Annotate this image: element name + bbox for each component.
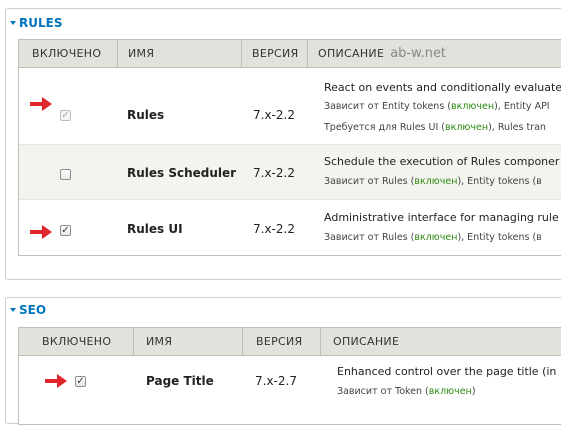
header-version: ВЕРСИЯ [241, 40, 298, 67]
module-description: React on events and conditionally evalua… [324, 81, 561, 94]
header-description: ОПИСАНИЕ [320, 328, 399, 355]
red-arrow-icon [45, 374, 67, 388]
seo-modules-table: ВКЛЮЧЕНО ИМЯ ВЕРСИЯ ОПИСАНИЕ ✓ Page Titl… [18, 327, 561, 425]
module-row-rules: ✓ Rules 7.x-2.2 React on events and cond… [19, 68, 561, 145]
collapse-triangle-icon [10, 308, 16, 312]
watermark: ab-w.net [390, 46, 447, 61]
rules-ui-enable-checkbox[interactable]: ✓ [60, 225, 71, 236]
module-name: Rules UI [127, 222, 183, 236]
collapse-triangle-icon [10, 21, 16, 25]
header-name: ИМЯ [133, 328, 172, 355]
seo-fieldset: SEO ВКЛЮЧЕНО ИМЯ ВЕРСИЯ ОПИСАНИЕ ✓ Page … [5, 297, 561, 425]
rules-fieldset: RULES ВКЛЮЧЕНО ИМЯ ВЕРСИЯ ОПИСАНИЕ ab-w.n… [5, 8, 561, 280]
module-row-page-title: ✓ Page Title 7.x-2.7 Enhanced control ov… [19, 356, 561, 424]
page-title-enable-checkbox[interactable]: ✓ [75, 376, 86, 387]
module-name: Page Title [146, 374, 214, 388]
red-arrow-icon [30, 225, 52, 239]
header-enabled: ВКЛЮЧЕНО [32, 47, 102, 60]
module-description: Schedule the execution of Rules componer [324, 155, 560, 168]
module-row-rules-scheduler: Rules Scheduler 7.x-2.2 Schedule the exe… [19, 145, 561, 200]
module-required-by: Требуется для Rules UI (включен), Rules … [324, 122, 546, 133]
table-header: ВКЛЮЧЕНО ИМЯ ВЕРСИЯ ОПИСАНИЕ ab-w.net [19, 40, 561, 68]
module-requires: Зависит от Entity tokens (включен), Enti… [324, 101, 550, 112]
rules-modules-table: ВКЛЮЧЕНО ИМЯ ВЕРСИЯ ОПИСАНИЕ ab-w.net ✓ R… [18, 39, 561, 256]
module-name: Rules Scheduler [127, 166, 237, 180]
rules-scheduler-enable-checkbox[interactable] [60, 169, 71, 180]
module-version: 7.x-2.7 [255, 374, 297, 388]
seo-group-toggle[interactable]: SEO [10, 302, 46, 318]
header-enabled: ВКЛЮЧЕНО [42, 335, 112, 348]
header-version: ВЕРСИЯ [242, 328, 302, 355]
rules-group-toggle[interactable]: RULES [10, 15, 62, 31]
module-version: 7.x-2.2 [253, 166, 295, 180]
module-requires: Зависит от Rules (включен), Entity token… [324, 232, 542, 243]
header-description: ОПИСАНИЕ ab-w.net [307, 40, 561, 67]
seo-group-title: SEO [19, 303, 47, 317]
table-header: ВКЛЮЧЕНО ИМЯ ВЕРСИЯ ОПИСАНИЕ [19, 328, 561, 356]
module-requires: Зависит от Rules (включен), Entity token… [324, 176, 542, 187]
module-name: Rules [127, 108, 165, 122]
module-version: 7.x-2.2 [253, 222, 295, 236]
module-description: Enhanced control over the page title (in [337, 365, 557, 378]
red-arrow-icon [30, 97, 52, 111]
module-row-rules-ui: ✓ Rules UI 7.x-2.2 Administrative interf… [19, 200, 561, 255]
header-name: ИМЯ [117, 40, 154, 67]
module-version: 7.x-2.2 [253, 108, 295, 122]
rules-enable-checkbox[interactable]: ✓ [60, 110, 71, 121]
rules-group-title: RULES [19, 16, 63, 30]
module-requires: Зависит от Token (включен) [337, 386, 476, 397]
module-description: Administrative interface for managing ru… [324, 211, 559, 224]
